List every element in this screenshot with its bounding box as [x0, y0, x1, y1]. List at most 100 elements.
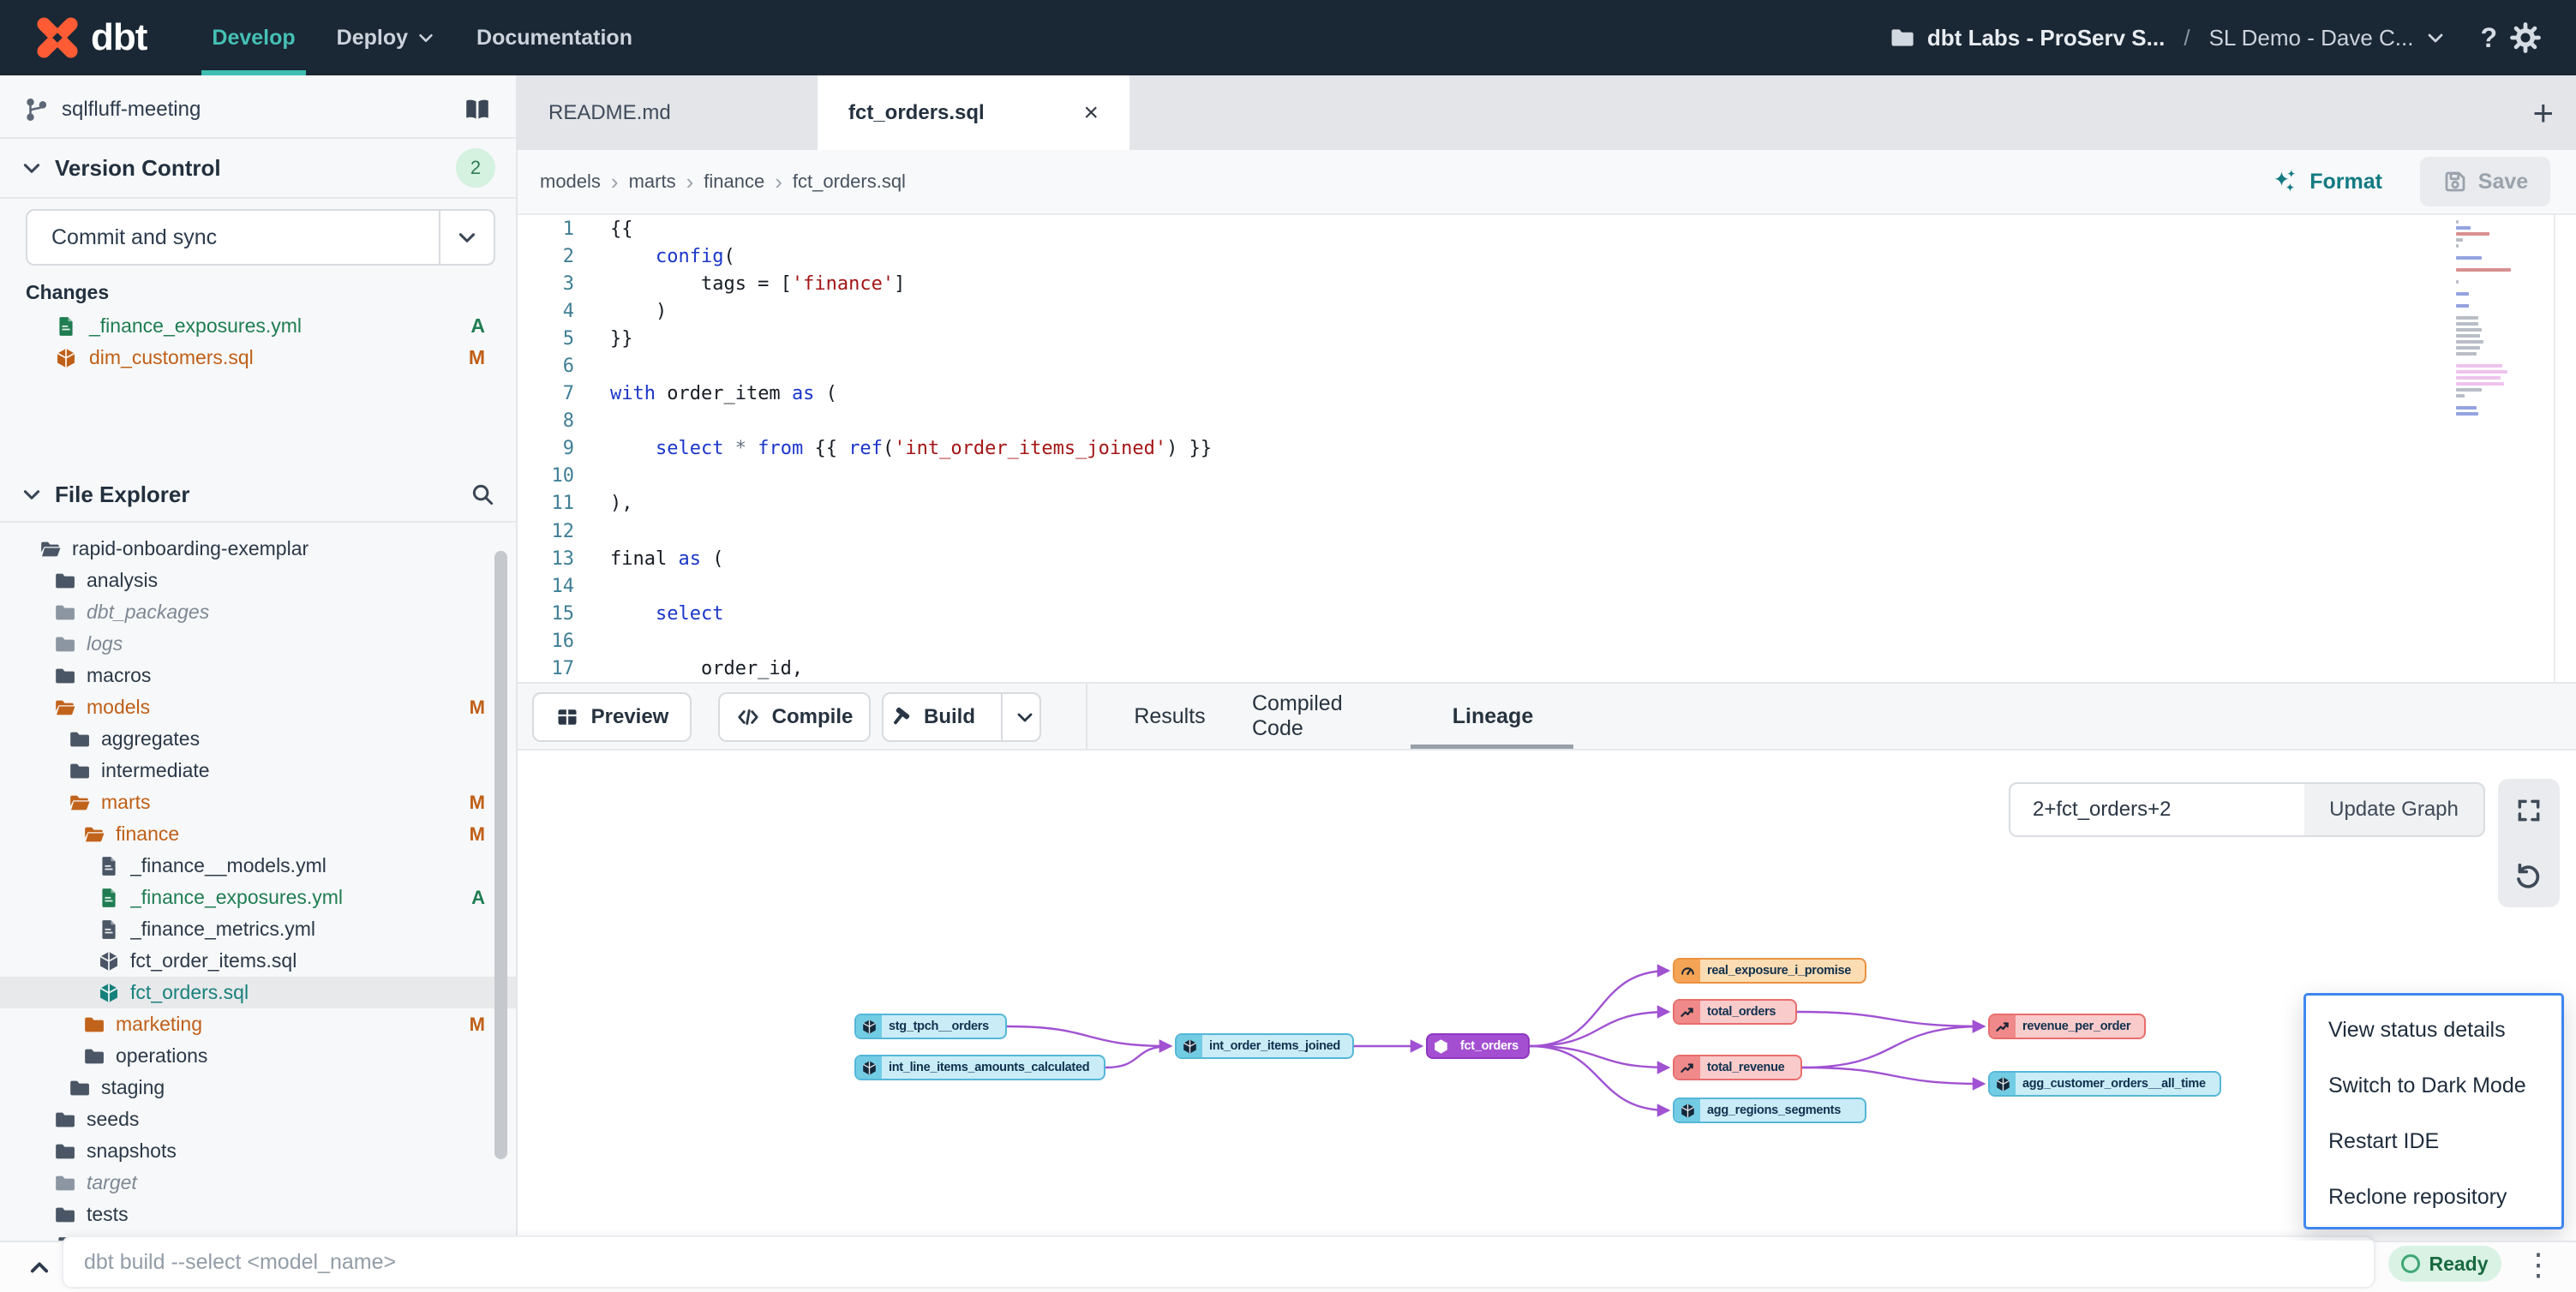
lineage-panel[interactable]: stg_tpch__orders int_line_items_amounts_c…	[518, 749, 2576, 1241]
tab-fct_orders.sql[interactable]: fct_orders.sql×	[818, 75, 1129, 150]
command-input[interactable]: dbt build --select <model_name>	[62, 1235, 2375, 1289]
tree-item-analysis[interactable]: analysis	[0, 565, 516, 596]
lineage-node-int_line_items_amounts_calculated[interactable]: int_line_items_amounts_calculated	[854, 1055, 1105, 1080]
file-explorer-title: File Explorer	[55, 482, 458, 508]
line-number: 15	[518, 603, 574, 625]
ide-context-menu: View status detailsSwitch to Dark ModeRe…	[2303, 993, 2564, 1229]
tree-item-fct_orders.sql[interactable]: fct_orders.sql	[0, 977, 516, 1008]
tree-item-staging[interactable]: staging	[0, 1072, 516, 1104]
lineage-node-real_exposure_i_promise[interactable]: real_exposure_i_promise	[1673, 958, 1866, 984]
panel-tab-lineage[interactable]: Lineage	[1437, 684, 1549, 749]
tree-item-finance[interactable]: financeM	[0, 818, 516, 850]
breadcrumb-item[interactable]: models	[540, 170, 601, 193]
menu-item-view-status-details[interactable]: View status details	[2306, 1002, 2561, 1058]
tree-item-snapshots[interactable]: snapshots	[0, 1135, 516, 1167]
chevron-down-icon[interactable]	[2425, 27, 2446, 48]
account-selector[interactable]: dbt Labs - ProServ S...	[1927, 25, 2165, 51]
commit-options-caret[interactable]	[439, 211, 494, 264]
update-graph-button[interactable]: Update Graph	[2304, 782, 2485, 837]
project-selector[interactable]: SL Demo - Dave C...	[2209, 25, 2414, 51]
search-icon[interactable]	[470, 482, 495, 507]
line-number: 2	[518, 246, 574, 267]
nav-item-develop[interactable]: Develop	[191, 0, 315, 75]
tree-item-fct_order_items.sql[interactable]: fct_order_items.sql	[0, 945, 516, 977]
chevron-down-icon[interactable]	[1015, 707, 1035, 727]
version-control-header[interactable]: Version Control 2	[0, 139, 516, 197]
tab-README.md[interactable]: README.md	[518, 75, 818, 150]
close-icon[interactable]: ×	[1083, 99, 1099, 128]
tree-item-tests[interactable]: tests	[0, 1199, 516, 1230]
tree-item-operations[interactable]: operations	[0, 1040, 516, 1072]
new-tab-button[interactable]: +	[2532, 95, 2554, 131]
change-row[interactable]: dim_customers.sqlM	[0, 342, 516, 374]
lineage-node-fct_orders[interactable]: fct_orders	[1426, 1033, 1530, 1059]
format-button[interactable]: Format	[2270, 167, 2382, 196]
tree-item-marketing[interactable]: marketingM	[0, 1008, 516, 1040]
tree-item-_finance__models.yml[interactable]: _finance__models.yml	[0, 850, 516, 882]
tree-item-rapid-onboarding-exemplar[interactable]: rapid-onboarding-exemplar	[0, 533, 516, 565]
menu-item-switch-to-dark-mode[interactable]: Switch to Dark Mode	[2306, 1058, 2561, 1114]
chevron-up-icon[interactable]	[26, 1256, 53, 1280]
preview-button[interactable]: Preview	[532, 692, 692, 742]
folder-open-icon	[83, 823, 105, 846]
breadcrumb-item[interactable]: marts	[629, 170, 676, 193]
tree-item-marts[interactable]: martsM	[0, 787, 516, 818]
change-row[interactable]: _finance_exposures.ymlA	[0, 310, 516, 342]
folder-icon	[54, 633, 76, 655]
tree-item-seeds[interactable]: seeds	[0, 1104, 516, 1135]
docs-book-icon[interactable]	[463, 95, 492, 124]
build-button[interactable]: Build	[882, 692, 1041, 742]
save-button[interactable]: Save	[2420, 157, 2550, 206]
lineage-selector-input[interactable]: 2+fct_orders+2	[2009, 782, 2306, 837]
folder-icon	[54, 665, 76, 687]
commit-and-sync-button[interactable]: Commit and sync	[26, 209, 495, 266]
change-file-name: dim_customers.sql	[89, 346, 457, 369]
lineage-node-agg_regions_segments[interactable]: agg_regions_segments	[1673, 1098, 1866, 1123]
breadcrumb-item[interactable]: fct_orders.sql	[793, 170, 906, 193]
branch-selector[interactable]: sqlfluff-meeting	[0, 82, 516, 137]
tree-item-models[interactable]: modelsM	[0, 691, 516, 723]
lineage-node-total_revenue[interactable]: total_revenue	[1673, 1055, 1802, 1080]
nav-item-documentation[interactable]: Documentation	[456, 0, 653, 75]
lineage-edge	[1530, 1046, 1668, 1068]
compile-button[interactable]: Compile	[718, 692, 871, 742]
menu-item-label: Reclone repository	[2328, 1185, 2507, 1210]
status-badge[interactable]: Ready	[2388, 1246, 2501, 1282]
code-editor[interactable]: 1{{2 config(3 tags = ['finance']4 )5}}67…	[518, 215, 2576, 683]
minimap-line	[2456, 238, 2463, 242]
panel-tab-results[interactable]: Results	[1129, 684, 1211, 749]
tree-item-logs[interactable]: logs	[0, 628, 516, 660]
lineage-node-int_order_items_joined[interactable]: int_order_items_joined	[1175, 1033, 1354, 1059]
nav-item-deploy[interactable]: Deploy	[316, 0, 456, 75]
editor-minimap[interactable]	[2456, 220, 2518, 418]
file-explorer-header[interactable]: File Explorer	[0, 468, 516, 521]
minimap-line	[2456, 412, 2478, 416]
lineage-node-revenue_per_order[interactable]: revenue_per_order	[1988, 1014, 2146, 1039]
reset-view-icon[interactable]	[2514, 860, 2543, 889]
tree-item-dbt_packages[interactable]: dbt_packages	[0, 596, 516, 628]
tree-item-_finance_exposures.yml[interactable]: _finance_exposures.ymlA	[0, 882, 516, 913]
panel-tab-compiled-code[interactable]: Compiled Code	[1252, 684, 1382, 749]
git-status-badge: A	[471, 887, 485, 909]
help-icon[interactable]: ?	[2480, 22, 2497, 54]
kebab-menu-icon[interactable]: ⋮	[2523, 1244, 2554, 1285]
file-tree-scrollbar[interactable]	[494, 551, 507, 1159]
dbt-logo[interactable]: dbt	[33, 13, 147, 63]
fullscreen-icon[interactable]	[2515, 797, 2543, 824]
tree-item-macros[interactable]: macros	[0, 660, 516, 691]
menu-item-reclone-repository[interactable]: Reclone repository	[2306, 1169, 2561, 1225]
menu-item-restart-ide[interactable]: Restart IDE	[2306, 1114, 2561, 1169]
lineage-node-stg_tpch__orders[interactable]: stg_tpch__orders	[854, 1014, 1007, 1039]
tree-item-_finance_metrics.yml[interactable]: _finance_metrics.yml	[0, 913, 516, 945]
lineage-node-agg_customer_orders__all_time[interactable]: agg_customer_orders__all_time	[1988, 1071, 2221, 1097]
breadcrumb-item[interactable]: finance	[704, 170, 764, 193]
tree-item-aggregates[interactable]: aggregates	[0, 723, 516, 755]
tree-item-intermediate[interactable]: intermediate	[0, 755, 516, 787]
cube-icon	[1177, 1035, 1202, 1057]
tree-item-target[interactable]: target	[0, 1167, 516, 1199]
lineage-node-total_orders[interactable]: total_orders	[1673, 999, 1797, 1025]
button-label: Preview	[591, 705, 669, 729]
gear-icon[interactable]	[2509, 21, 2542, 54]
minimap-line	[2456, 280, 2459, 284]
minimap-line	[2456, 268, 2511, 272]
